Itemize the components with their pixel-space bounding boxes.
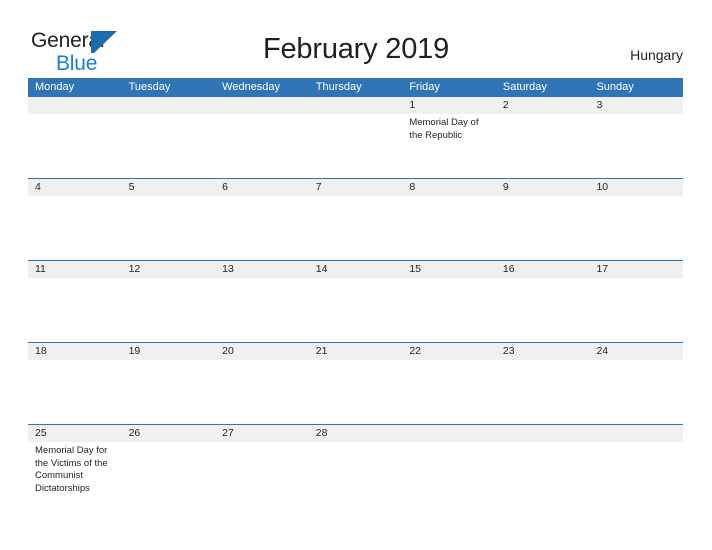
- day-number: 28: [308, 425, 403, 442]
- day-cell-23[interactable]: 23: [495, 343, 590, 424]
- day-number: 21: [308, 343, 403, 360]
- calendar-grid: Monday Tuesday Wednesday Thursday Friday Satu…: [28, 78, 684, 532]
- day-cell-25[interactable]: 25 Memorial Day for the Victims of the Co…: [28, 425, 122, 532]
- calendar-week-row: 18 19 20 21 22 23 24: [28, 342, 684, 424]
- weekday-header-monday: Monday: [35, 81, 75, 93]
- day-number: 27: [215, 425, 309, 442]
- day-number: [495, 425, 590, 442]
- weekday-header-row: Monday Tuesday Wednesday Thursday Friday Satu…: [28, 78, 683, 97]
- day-number: 9: [495, 179, 590, 196]
- day-cell-16[interactable]: 16: [495, 261, 590, 342]
- day-number: 24: [589, 343, 684, 360]
- weekday-header-thursday: Thursday: [315, 81, 362, 93]
- holiday-label: Memorial Day of the Republic: [409, 117, 479, 141]
- day-number: 1: [402, 97, 496, 114]
- day-number: [121, 97, 216, 114]
- country-label: Hungary: [630, 47, 683, 63]
- day-number: 8: [402, 179, 496, 196]
- day-number: 10: [589, 179, 684, 196]
- day-cell-6[interactable]: 6: [215, 179, 309, 260]
- day-cell-empty[interactable]: [215, 97, 309, 178]
- day-number: 15: [402, 261, 496, 278]
- day-cell-empty[interactable]: [308, 97, 403, 178]
- day-cell-10[interactable]: 10: [589, 179, 684, 260]
- day-cell-27[interactable]: 27: [215, 425, 309, 532]
- holiday-label: Memorial Day for the Victims of the Comm…: [35, 445, 108, 494]
- day-cell-21[interactable]: 21: [308, 343, 403, 424]
- day-number: 25: [28, 425, 122, 442]
- day-cell-13[interactable]: 13: [215, 261, 309, 342]
- day-number: 7: [308, 179, 403, 196]
- day-cell-24[interactable]: 24: [589, 343, 684, 424]
- day-number: 16: [495, 261, 590, 278]
- day-cell-12[interactable]: 12: [121, 261, 216, 342]
- day-number: 13: [215, 261, 309, 278]
- weekday-header-wednesday: Wednesday: [222, 81, 281, 93]
- day-cell-empty[interactable]: [402, 425, 496, 532]
- weekday-header-sunday: Sunday: [596, 81, 634, 93]
- day-cell-8[interactable]: 8: [402, 179, 496, 260]
- day-number: 26: [121, 425, 216, 442]
- day-cell-17[interactable]: 17: [589, 261, 684, 342]
- calendar-week-row: 1 Memorial Day of the Republic 2 3: [28, 97, 684, 178]
- day-number: 6: [215, 179, 309, 196]
- weekday-header-saturday: Saturday: [502, 81, 547, 93]
- day-cell-1[interactable]: 1 Memorial Day of the Republic: [402, 97, 496, 178]
- day-cell-18[interactable]: 18: [28, 343, 122, 424]
- weekday-header-tuesday: Tuesday: [128, 81, 171, 93]
- day-number: 22: [402, 343, 496, 360]
- day-number: [215, 97, 309, 114]
- day-number: [28, 97, 122, 114]
- day-cell-20[interactable]: 20: [215, 343, 309, 424]
- day-number: 14: [308, 261, 403, 278]
- day-cell-7[interactable]: 7: [308, 179, 403, 260]
- day-cell-empty[interactable]: [121, 97, 216, 178]
- calendar-week-row: 4 5 6 7 8 9 10: [28, 178, 684, 260]
- day-number: 3: [589, 97, 684, 114]
- day-number: 12: [121, 261, 216, 278]
- day-cell-15[interactable]: 15: [402, 261, 496, 342]
- day-number: 20: [215, 343, 309, 360]
- day-cell-19[interactable]: 19: [121, 343, 216, 424]
- day-number: 19: [121, 343, 216, 360]
- calendar-week-row: 11 12 13 14 15 16 17: [28, 260, 684, 342]
- day-cell-22[interactable]: 22: [402, 343, 496, 424]
- day-number: 18: [28, 343, 122, 360]
- day-number: [402, 425, 496, 442]
- day-cell-26[interactable]: 26: [121, 425, 216, 532]
- day-number: 4: [28, 179, 122, 196]
- day-number: 2: [495, 97, 590, 114]
- day-number: 5: [121, 179, 216, 196]
- weekday-header-friday: Friday: [409, 81, 440, 93]
- day-number: 17: [589, 261, 684, 278]
- calendar-page: General Blue February 2019 Hungary Monda…: [0, 0, 712, 550]
- day-cell-9[interactable]: 9: [495, 179, 590, 260]
- calendar-weeks: 1 Memorial Day of the Republic 2 3 4 5 6 7 8 9 10 1…: [28, 97, 684, 532]
- day-cell-5[interactable]: 5: [121, 179, 216, 260]
- day-cell-11[interactable]: 11: [28, 261, 122, 342]
- day-number: 11: [28, 261, 122, 278]
- calendar-week-row: 25 Memorial Day for the Victims of the Co…: [28, 424, 684, 532]
- day-number: [308, 97, 403, 114]
- page-header: General Blue February 2019 Hungary: [0, 0, 712, 78]
- day-cell-4[interactable]: 4: [28, 179, 122, 260]
- day-cell-3[interactable]: 3: [589, 97, 684, 178]
- day-number: 23: [495, 343, 590, 360]
- day-cell-empty[interactable]: [495, 425, 590, 532]
- day-number: [589, 425, 684, 442]
- page-title: February 2019: [262, 33, 449, 65]
- day-cell-14[interactable]: 14: [308, 261, 403, 342]
- day-cell-empty[interactable]: [589, 425, 684, 532]
- day-cell-28[interactable]: 28: [308, 425, 403, 532]
- day-cell-empty[interactable]: [28, 97, 122, 178]
- day-cell-2[interactable]: 2: [495, 97, 590, 178]
